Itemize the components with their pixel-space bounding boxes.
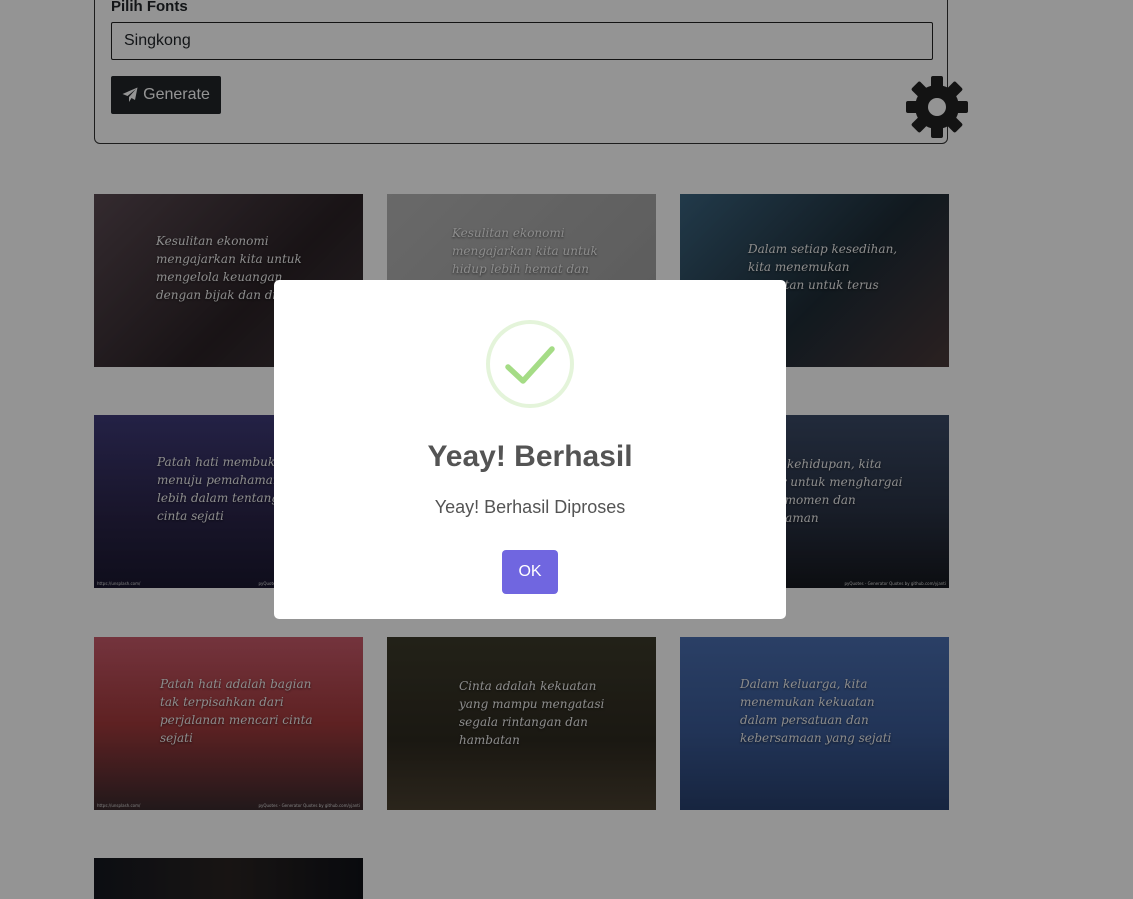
- ok-button[interactable]: OK: [502, 550, 558, 594]
- checkmark-icon: [486, 320, 574, 408]
- dialog-message: Yeay! Berhasil Diproses: [434, 497, 626, 517]
- dialog-title: Yeay! Berhasil: [427, 440, 633, 473]
- success-dialog: Yeay! Berhasil Yeay! Berhasil Diproses O…: [274, 280, 786, 619]
